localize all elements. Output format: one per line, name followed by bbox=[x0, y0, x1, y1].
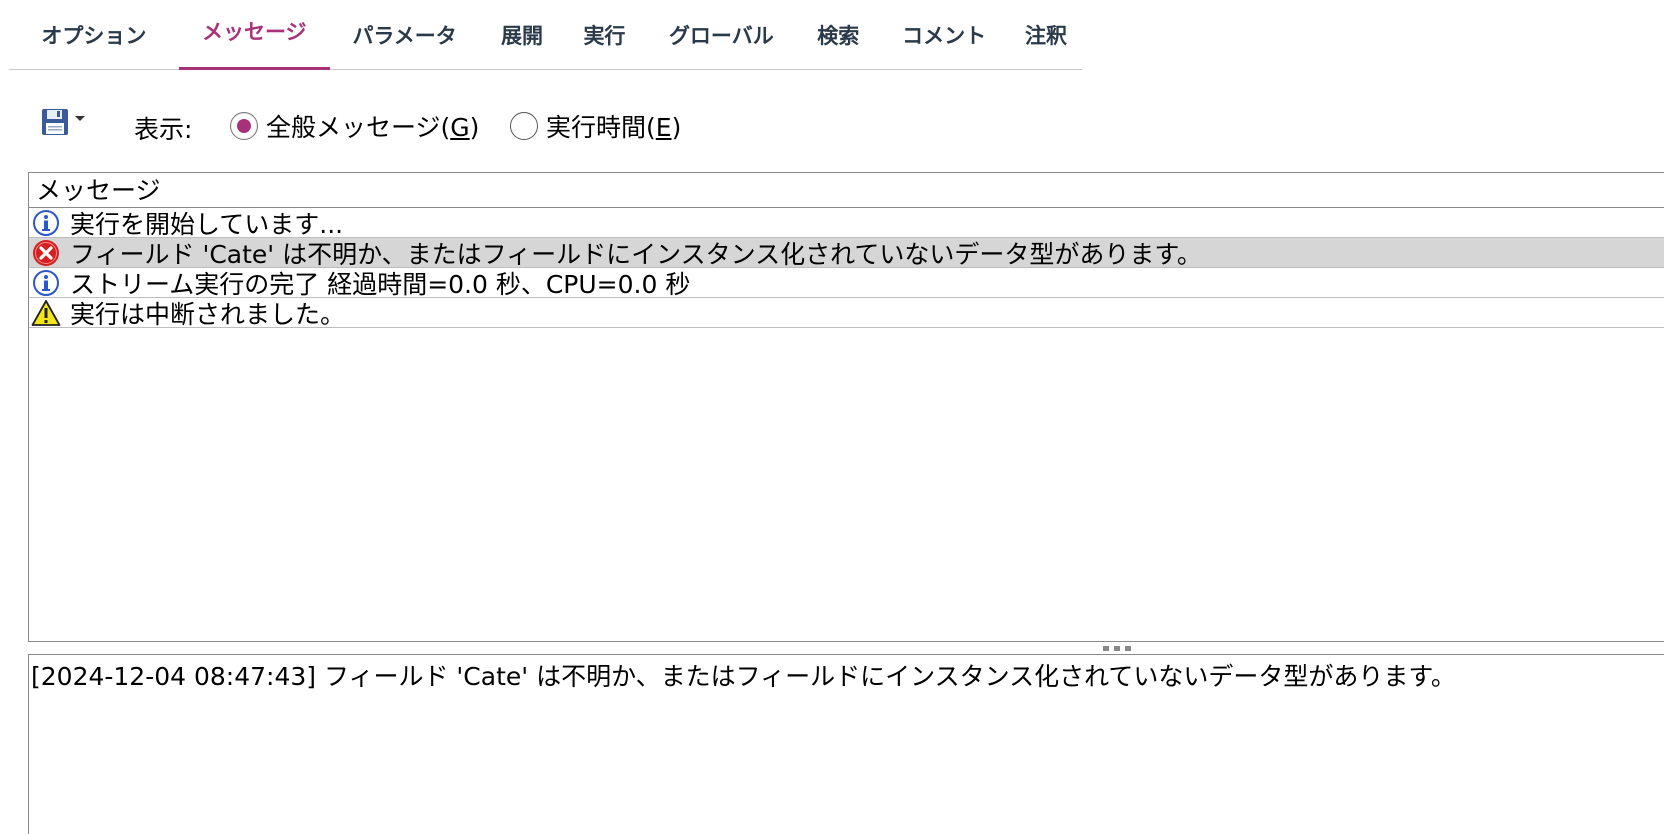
tab-comment[interactable]: コメント bbox=[878, 0, 1010, 69]
tab-bar: オプション メッセージ パラメータ 展開 実行 グローバル 検索 コメント 注釈 bbox=[9, 0, 1082, 70]
message-detail-pane[interactable]: [2024-12-04 08:47:43] フィールド 'Cate' は不明か、… bbox=[28, 654, 1664, 834]
tab-parameters[interactable]: パラメータ bbox=[330, 0, 480, 69]
tab-label: パラメータ bbox=[352, 23, 457, 48]
show-label: 表示: bbox=[134, 115, 193, 144]
tab-label: 注釈 bbox=[1025, 23, 1068, 48]
tab-label: メッセージ bbox=[201, 19, 307, 44]
floppy-disk-icon bbox=[42, 109, 68, 135]
message-row[interactable]: 実行を開始しています... bbox=[29, 208, 1664, 239]
tab-global[interactable]: グローバル bbox=[644, 0, 798, 69]
info-icon bbox=[31, 269, 61, 297]
radio-label: 実行時間(E) bbox=[546, 113, 682, 142]
tab-search[interactable]: 検索 bbox=[798, 0, 878, 69]
radio-general-messages[interactable]: 全般メッセージ(G) bbox=[230, 108, 479, 144]
message-row[interactable]: 実行は中断されました。 bbox=[29, 298, 1664, 329]
radio-execution-time[interactable]: 実行時間(E) bbox=[510, 108, 681, 144]
tab-messages[interactable]: メッセージ bbox=[178, 0, 330, 70]
tab-expand[interactable]: 展開 bbox=[480, 0, 565, 69]
radio-button-checked[interactable] bbox=[230, 112, 258, 140]
column-header-message[interactable]: メッセージ bbox=[29, 173, 1664, 208]
tab-label: 展開 bbox=[501, 23, 544, 48]
save-dropdown-button[interactable] bbox=[41, 108, 96, 138]
tab-label: グローバル bbox=[668, 23, 774, 48]
tab-annotation[interactable]: 注釈 bbox=[1010, 0, 1082, 69]
message-table: メッセージ 実行を開始しています... フィールド 'Cate' は不明か、また… bbox=[28, 172, 1664, 642]
warning-icon bbox=[31, 299, 61, 327]
toolbar: 表示: 全般メッセージ(G) 実行時間(E) bbox=[38, 100, 1038, 150]
radio-button[interactable] bbox=[510, 112, 538, 140]
tab-label: オプション bbox=[41, 23, 147, 48]
pane-splitter[interactable] bbox=[28, 642, 1664, 654]
tab-options[interactable]: オプション bbox=[9, 0, 179, 69]
tab-label: コメント bbox=[902, 23, 987, 48]
tab-label: 実行 bbox=[583, 23, 626, 48]
grip-handle-icon[interactable] bbox=[1103, 646, 1131, 651]
tab-run[interactable]: 実行 bbox=[564, 0, 644, 69]
error-icon bbox=[31, 239, 61, 267]
message-row[interactable]: ストリーム実行の完了 経過時間=0.0 秒、CPU=0.0 秒 bbox=[29, 268, 1664, 299]
chevron-down-icon bbox=[75, 116, 85, 121]
message-row-selected[interactable]: フィールド 'Cate' は不明か、またはフィールドにインスタンス化されていない… bbox=[29, 238, 1664, 269]
message-text: 実行は中断されました。 bbox=[70, 299, 346, 329]
info-icon bbox=[31, 209, 61, 237]
tab-label: 検索 bbox=[817, 23, 860, 48]
message-detail-text: [2024-12-04 08:47:43] フィールド 'Cate' は不明か、… bbox=[31, 662, 1456, 691]
radio-label: 全般メッセージ(G) bbox=[266, 113, 480, 142]
